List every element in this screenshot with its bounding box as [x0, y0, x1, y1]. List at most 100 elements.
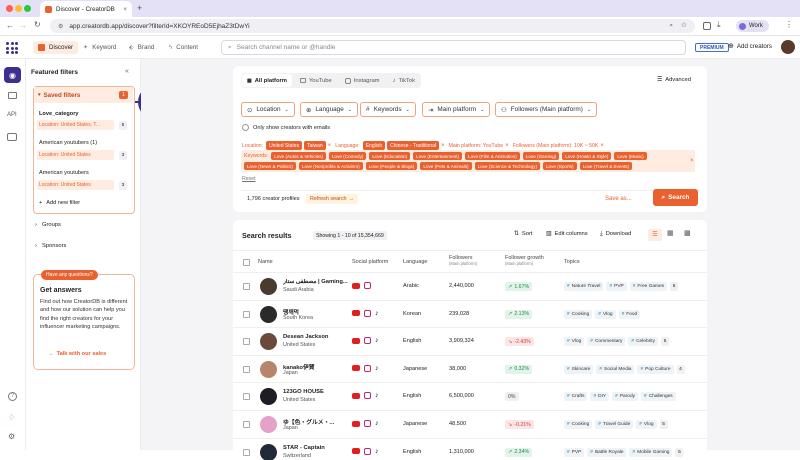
- email-only-option[interactable]: Only show creators with emails: [242, 124, 330, 131]
- youtube-icon[interactable]: [352, 392, 360, 399]
- instagram-icon[interactable]: [364, 447, 371, 455]
- language-filter-button[interactable]: ⊕ Language ⌄: [300, 102, 358, 117]
- tiktok-icon[interactable]: ♪: [375, 448, 379, 455]
- download-icon[interactable]: ⤓: [717, 20, 721, 30]
- tiktok-icon[interactable]: ♪: [375, 337, 379, 344]
- main-platform-filter-button[interactable]: ⇥ Main platform ⌄: [422, 102, 491, 117]
- table-row[interactable]: ゆ【色・グルメ・... Japan ♪ Japanese 48,500 ↘ -0.21% # C…: [233, 410, 707, 437]
- save-as-button[interactable]: Save as...: [605, 196, 632, 202]
- advanced-button[interactable]: ☰ Advanced: [657, 77, 691, 83]
- creator-avatar[interactable]: [260, 305, 277, 323]
- keywords-filter-button[interactable]: # Keywords ⌄: [360, 102, 416, 117]
- remove-filter-icon[interactable]: ×: [505, 143, 509, 149]
- column-name[interactable]: Name: [258, 259, 273, 265]
- creator-name[interactable]: مصطفى ستار | Gaming...: [283, 279, 349, 285]
- table-row[interactable]: kanako伊賀 Japan ♪ Japanese 38,000 ↗ 0.32% # Skinc…: [233, 354, 707, 382]
- row-checkbox[interactable]: [243, 338, 250, 346]
- tab-youtube[interactable]: YouTube: [295, 74, 337, 87]
- talk-with-sales-link[interactable]: → Talk with our sales: [48, 351, 106, 357]
- column-topics[interactable]: Topics: [564, 259, 580, 265]
- tab-tiktok[interactable]: ♪ TikTok: [388, 74, 421, 87]
- tiktok-icon[interactable]: ♪: [375, 365, 379, 372]
- nav-discover[interactable]: Discover: [33, 41, 79, 54]
- creator-avatar[interactable]: [260, 333, 277, 351]
- remove-filter-icon[interactable]: ×: [328, 143, 332, 149]
- globe-icon[interactable]: ◉: [4, 67, 21, 83]
- radio-button[interactable]: [242, 124, 249, 131]
- bookmark-star-icon[interactable]: ☆: [681, 21, 687, 29]
- sort-button[interactable]: ⇅ Sort: [514, 231, 533, 237]
- row-checkbox[interactable]: [243, 421, 250, 428]
- youtube-icon[interactable]: [352, 310, 360, 317]
- back-icon[interactable]: ←: [6, 21, 14, 30]
- creator-avatar[interactable]: [260, 443, 277, 460]
- tab-close-icon[interactable]: ×: [123, 6, 127, 13]
- collapse-sidebar-icon[interactable]: «: [125, 68, 129, 75]
- nav-brand[interactable]: ⬖ Brand: [124, 41, 159, 54]
- download-button[interactable]: ⤓ Download: [600, 231, 631, 238]
- youtube-icon[interactable]: [352, 420, 360, 427]
- address-bar[interactable]: ⚙ app.creatordb.app/discover?filterId=XK…: [50, 19, 695, 33]
- saved-filter-name[interactable]: American youtubers: [39, 170, 89, 176]
- saved-filter-name[interactable]: American youtubers (1): [39, 140, 97, 146]
- reset-link[interactable]: Reset: [242, 176, 256, 182]
- youtube-icon[interactable]: [352, 448, 360, 455]
- location-filter-button[interactable]: ⊙ Location ⌄: [241, 102, 295, 117]
- table-row[interactable]: Desean Jackson United States ♪ English 3,909…: [233, 327, 707, 354]
- select-all-checkbox[interactable]: [243, 259, 250, 266]
- column-social[interactable]: Social platform: [352, 259, 388, 265]
- user-avatar[interactable]: [781, 40, 795, 54]
- grid-view-icon[interactable]: ▩: [684, 229, 691, 237]
- api-link[interactable]: API: [7, 112, 17, 118]
- youtube-icon[interactable]: [352, 365, 360, 372]
- row-checkbox[interactable]: [243, 310, 250, 318]
- row-checkbox[interactable]: [243, 365, 250, 373]
- creator-name[interactable]: Desean Jackson: [283, 334, 349, 340]
- remove-keywords-icon[interactable]: ×: [690, 158, 694, 164]
- youtube-icon[interactable]: [352, 337, 360, 344]
- channel-search-input[interactable]: ⌕ Search channel name or @handle: [221, 40, 686, 55]
- extensions-icon[interactable]: [703, 22, 711, 30]
- creator-avatar[interactable]: [260, 278, 277, 295]
- tiktok-icon[interactable]: ♪: [375, 310, 379, 317]
- nav-content[interactable]: ϟ Content: [164, 41, 203, 54]
- add-new-filter-button[interactable]: + Add new filter: [39, 200, 80, 206]
- creator-avatar[interactable]: [260, 416, 277, 433]
- remove-filter-icon[interactable]: ×: [441, 143, 445, 149]
- table-row[interactable]: 123GO HOUSE United States ♪ English 6,500,00…: [233, 382, 707, 409]
- folder-icon[interactable]: [8, 92, 17, 99]
- refresh-search-button[interactable]: Refresh search →: [306, 194, 358, 204]
- tiktok-icon[interactable]: ♪: [375, 420, 379, 427]
- maximize-window-icon[interactable]: [24, 5, 31, 12]
- groups-section[interactable]: › Groups: [35, 222, 61, 228]
- instagram-icon[interactable]: [364, 420, 371, 427]
- tab-all-platform[interactable]: ▦ All platform: [242, 74, 292, 87]
- tiktok-icon[interactable]: ♪: [375, 392, 379, 399]
- row-checkbox[interactable]: [243, 393, 250, 401]
- column-language[interactable]: Language: [403, 259, 427, 265]
- sponsors-section[interactable]: › Sponsors: [35, 243, 66, 249]
- browser-menu-icon[interactable]: ⋮: [785, 20, 793, 29]
- chat-icon[interactable]: [7, 133, 17, 141]
- list-view-icon[interactable]: ☰: [648, 229, 662, 241]
- instagram-icon[interactable]: [364, 282, 371, 289]
- saved-filter-name[interactable]: Love_category: [39, 111, 78, 117]
- followers-filter-button[interactable]: ⚇ Followers (Main platform) ⌄: [495, 102, 598, 117]
- creator-name[interactable]: 123GO HOUSE: [283, 389, 349, 395]
- table-row[interactable]: مصطفى ستار | Gaming... Saudi Arabia Arabic…: [233, 272, 707, 299]
- site-info-icon[interactable]: ⚙: [58, 23, 63, 30]
- row-checkbox[interactable]: [243, 283, 250, 290]
- instagram-icon[interactable]: [364, 309, 371, 317]
- remove-filter-icon[interactable]: ×: [600, 143, 604, 149]
- settings-gear-icon[interactable]: ⚙: [8, 432, 15, 441]
- profile-chip[interactable]: Work: [736, 20, 769, 32]
- reload-icon[interactable]: ↻: [34, 20, 41, 29]
- table-row[interactable]: STAR - Captain Switzerland ♪ English 1,310,0…: [233, 437, 707, 460]
- help-icon[interactable]: ?: [8, 392, 17, 401]
- new-tab-icon[interactable]: +: [137, 3, 142, 13]
- notification-bell-icon[interactable]: ♢: [8, 413, 15, 422]
- instagram-icon[interactable]: [364, 337, 371, 345]
- edit-columns-button[interactable]: ▥ Edit columns: [546, 231, 588, 237]
- zoom-icon[interactable]: ⌕: [669, 22, 673, 30]
- instagram-icon[interactable]: [364, 392, 371, 400]
